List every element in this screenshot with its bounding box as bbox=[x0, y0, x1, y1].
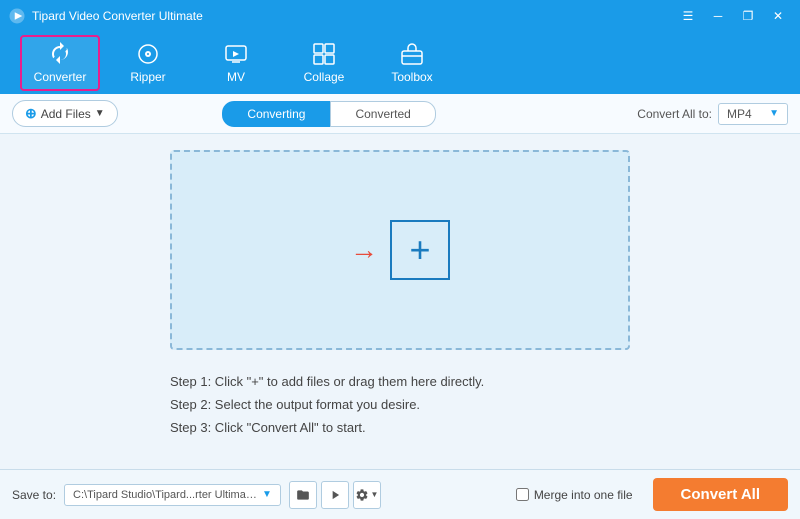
minimize-btn[interactable]: ─ bbox=[704, 6, 732, 26]
settings-dropdown-arrow: ▼ bbox=[370, 490, 378, 499]
converter-icon bbox=[48, 42, 72, 66]
instruction-3: Step 3: Click "Convert All" to start. bbox=[170, 420, 630, 435]
tab-converted[interactable]: Converted bbox=[330, 101, 435, 127]
play-icon bbox=[328, 488, 342, 502]
save-path-select[interactable]: C:\Tipard Studio\Tipard...rter Ultimate\… bbox=[64, 484, 281, 506]
dropdown-arrow-icon: ▼ bbox=[95, 108, 105, 119]
save-path-arrow: ▼ bbox=[262, 489, 272, 500]
main-content: → + Step 1: Click "+" to add files or dr… bbox=[0, 134, 800, 469]
instructions: Step 1: Click "+" to add files or drag t… bbox=[170, 374, 630, 435]
instruction-1: Step 1: Click "+" to add files or drag t… bbox=[170, 374, 630, 389]
app-title: Tipard Video Converter Ultimate bbox=[32, 9, 203, 23]
title-bar: Tipard Video Converter Ultimate ☰ ─ ❐ ✕ bbox=[0, 0, 800, 32]
close-btn[interactable]: ✕ bbox=[764, 6, 792, 26]
tab-converting[interactable]: Converting bbox=[222, 101, 330, 127]
gear-icon bbox=[355, 488, 369, 502]
merge-checkbox[interactable] bbox=[516, 488, 529, 501]
format-select[interactable]: MP4 ▼ bbox=[718, 103, 788, 125]
merge-checkbox-group: Merge into one file bbox=[516, 488, 633, 502]
format-value: MP4 bbox=[727, 107, 752, 121]
folder-icon bbox=[296, 488, 310, 502]
nav-label-mv: MV bbox=[227, 70, 245, 84]
nav-label-converter: Converter bbox=[34, 70, 87, 84]
settings-btn[interactable]: ☰ bbox=[674, 6, 702, 26]
title-bar-left: Tipard Video Converter Ultimate bbox=[8, 7, 203, 25]
save-to-label: Save to: bbox=[12, 488, 56, 502]
collage-icon bbox=[312, 42, 336, 66]
mv-icon bbox=[224, 42, 248, 66]
ripper-icon bbox=[136, 42, 160, 66]
nav-item-ripper[interactable]: Ripper bbox=[108, 35, 188, 91]
nav-label-toolbox: Toolbox bbox=[391, 70, 432, 84]
nav-item-converter[interactable]: Converter bbox=[20, 35, 100, 91]
bottom-bar: Save to: C:\Tipard Studio\Tipard...rter … bbox=[0, 469, 800, 519]
format-dropdown-arrow: ▼ bbox=[769, 108, 779, 119]
play-icon-btn[interactable] bbox=[321, 481, 349, 509]
add-plus-button[interactable]: + bbox=[390, 220, 450, 280]
add-files-button[interactable]: ⊕ Add Files ▼ bbox=[12, 100, 118, 127]
bottom-icons: ▼ bbox=[289, 481, 381, 509]
convert-all-button[interactable]: Convert All bbox=[653, 478, 788, 511]
add-icon: ⊕ bbox=[25, 105, 37, 122]
toolbox-icon bbox=[400, 42, 424, 66]
toolbar: ⊕ Add Files ▼ Converting Converted Conve… bbox=[0, 94, 800, 134]
drop-zone[interactable]: → + bbox=[170, 150, 630, 350]
app-logo bbox=[8, 7, 26, 25]
arrow-right-icon: → bbox=[350, 234, 378, 266]
convert-all-to-group: Convert All to: MP4 ▼ bbox=[637, 103, 788, 125]
save-path-value: C:\Tipard Studio\Tipard...rter Ultimate\… bbox=[73, 489, 258, 501]
folder-icon-btn[interactable] bbox=[289, 481, 317, 509]
add-files-label: Add Files bbox=[41, 107, 91, 121]
nav-item-collage[interactable]: Collage bbox=[284, 35, 364, 91]
nav-item-mv[interactable]: MV bbox=[196, 35, 276, 91]
maximize-btn[interactable]: ❐ bbox=[734, 6, 762, 26]
merge-label: Merge into one file bbox=[534, 488, 633, 502]
title-bar-controls: ☰ ─ ❐ ✕ bbox=[674, 6, 792, 26]
settings-bottom-btn[interactable]: ▼ bbox=[353, 481, 381, 509]
nav-bar: Converter Ripper MV Collage bbox=[0, 32, 800, 94]
nav-item-toolbox[interactable]: Toolbox bbox=[372, 35, 452, 91]
nav-label-ripper: Ripper bbox=[130, 70, 165, 84]
plus-icon: + bbox=[409, 229, 430, 271]
instruction-2: Step 2: Select the output format you des… bbox=[170, 397, 630, 412]
tab-group: Converting Converted bbox=[222, 101, 435, 127]
convert-all-to-label: Convert All to: bbox=[637, 107, 712, 121]
nav-label-collage: Collage bbox=[304, 70, 345, 84]
